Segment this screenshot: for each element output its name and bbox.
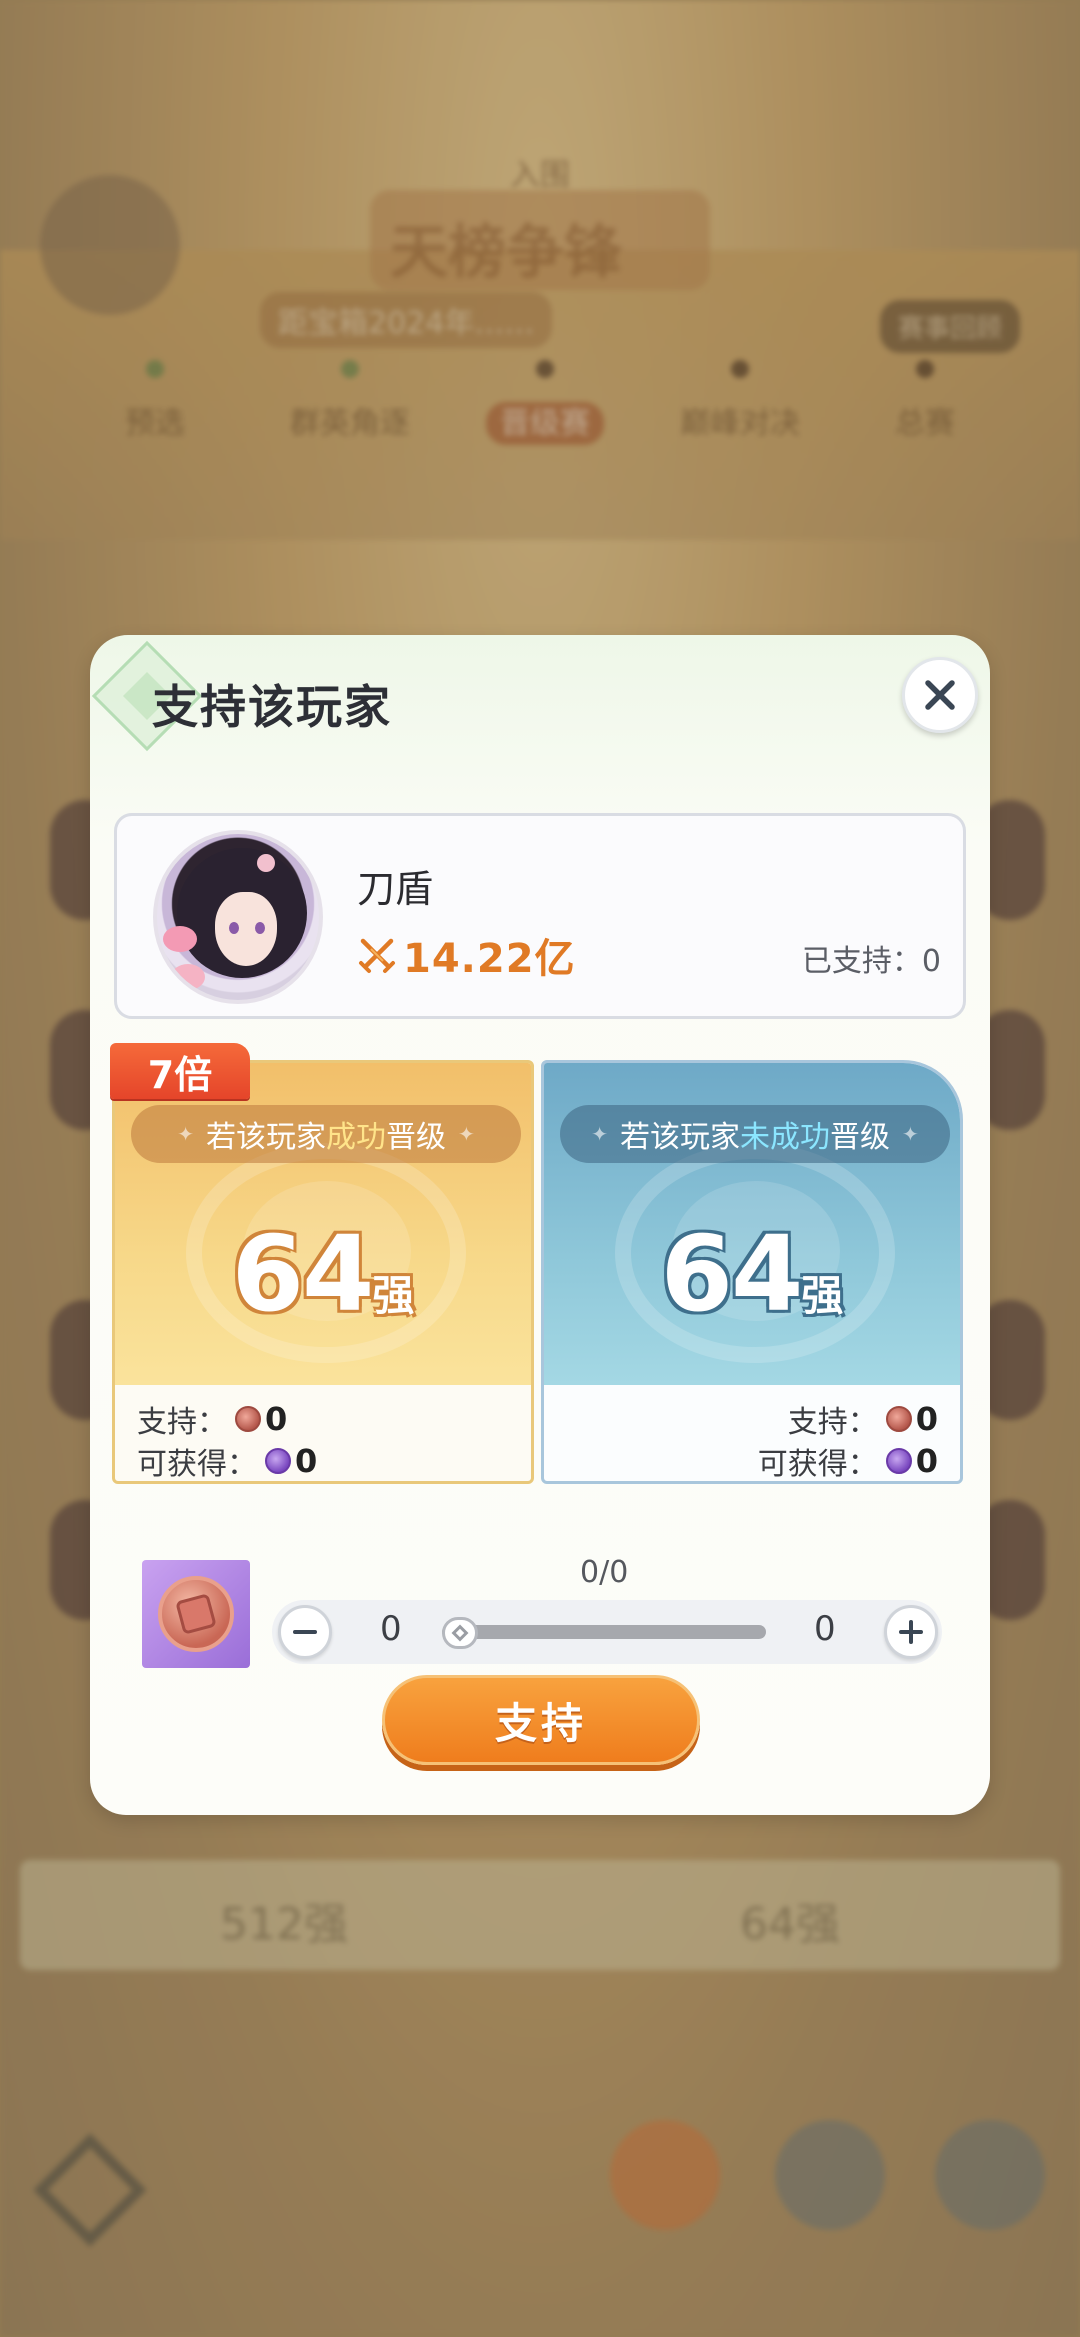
fail-gain-stat: 可获得： 0: [757, 1442, 938, 1482]
close-button[interactable]: [902, 657, 978, 733]
bronze-coin-icon: [885, 1406, 912, 1432]
sparkle-icon: ✦: [591, 1122, 608, 1146]
minus-icon: [293, 1630, 317, 1634]
option-fail-panel[interactable]: ✦ 若该玩家 未成功 晋级 ✦ 64强 支持： 0 可获得： 0: [541, 1060, 963, 1484]
increase-button[interactable]: [884, 1605, 938, 1659]
close-icon: [925, 680, 955, 710]
option-success-panel[interactable]: ✦ 若该玩家 成功 晋级 ✦ 64强 支持： 0 可获得： 0: [112, 1060, 534, 1484]
fail-condition-pill: ✦ 若该玩家 未成功 晋级 ✦: [560, 1105, 950, 1163]
player-card: 刀盾 14.22亿 已支持：0: [114, 813, 966, 1019]
success-banner: ✦ 若该玩家 成功 晋级 ✦ 64强: [115, 1063, 531, 1385]
bronze-coin-icon: [235, 1406, 261, 1432]
amount-max-value: 0: [814, 1609, 836, 1649]
support-token-item: [142, 1560, 250, 1668]
purple-coin-icon: [885, 1448, 912, 1474]
player-power: 14.22亿: [357, 926, 576, 984]
sparkle-icon: ✦: [458, 1122, 475, 1146]
supported-count: 已支持：0: [801, 944, 941, 979]
fail-support-stat: 支持： 0: [787, 1400, 938, 1440]
amount-counter: 0/0: [580, 1555, 629, 1590]
fail-rank: 64强: [660, 1213, 844, 1335]
success-condition-pill: ✦ 若该玩家 成功 晋级 ✦: [131, 1105, 521, 1163]
multiplier-badge: 7倍: [110, 1043, 250, 1099]
player-avatar: [153, 830, 323, 1004]
success-rank: 64强: [231, 1213, 415, 1335]
decrease-button[interactable]: [278, 1605, 332, 1659]
fail-banner: ✦ 若该玩家 未成功 晋级 ✦ 64强: [544, 1063, 960, 1385]
player-name: 刀盾: [357, 867, 434, 911]
dice-chip-icon: [158, 1576, 234, 1652]
amount-slider-handle[interactable]: [442, 1617, 478, 1649]
dialog-title: 支持该玩家: [152, 680, 392, 734]
sparkle-icon: ✦: [902, 1122, 919, 1146]
amount-slider-track[interactable]: [442, 1625, 766, 1639]
amount-min-value: 0: [380, 1609, 402, 1649]
purple-coin-icon: [265, 1448, 291, 1474]
support-button[interactable]: 支持: [382, 1675, 700, 1765]
support-player-dialog: 支持该玩家 刀盾 14.22亿 已支持：0 ✦ 若该玩家 成功 晋级 ✦ 64强…: [90, 635, 990, 1815]
success-gain-stat: 可获得： 0: [137, 1442, 318, 1482]
success-support-stat: 支持： 0: [137, 1400, 288, 1440]
plus-icon: [899, 1620, 923, 1644]
sparkle-icon: ✦: [177, 1122, 194, 1146]
crossed-swords-icon: [359, 938, 395, 973]
power-value: 14.22亿: [403, 936, 576, 982]
